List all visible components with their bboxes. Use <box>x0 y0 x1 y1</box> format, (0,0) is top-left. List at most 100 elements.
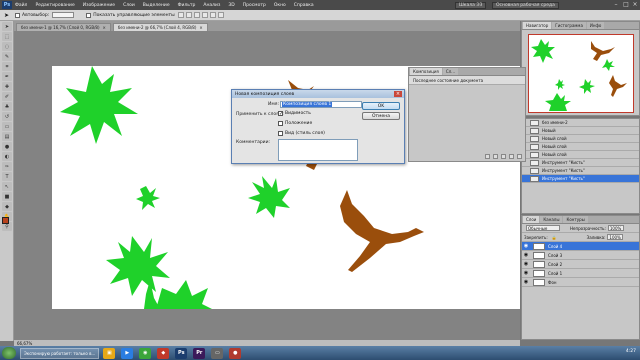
move-tool-icon[interactable]: ➤ <box>4 12 9 19</box>
minimize-icon[interactable]: – <box>612 1 620 9</box>
premiere-icon[interactable]: Pr <box>193 347 206 359</box>
eye-icon[interactable]: ◉ <box>522 243 530 249</box>
tab-layers[interactable]: Слои <box>523 216 540 223</box>
history-row-selected[interactable]: Инструмент "Кисть" <box>522 175 639 183</box>
eye-icon[interactable]: ◉ <box>522 252 530 258</box>
apply-next-icon[interactable] <box>493 154 498 159</box>
workspace-button[interactable]: Основная рабочая среда <box>492 2 559 9</box>
autoselect-dropdown[interactable] <box>52 12 75 18</box>
layer-row[interactable]: ◉ Слой 1 <box>522 269 639 278</box>
menu-window[interactable]: Окно <box>274 3 286 8</box>
history-row[interactable]: Инструмент "Кисть" <box>522 167 639 175</box>
tab-layer-comps[interactable]: Композиция <box>410 68 442 75</box>
dodge-tool-icon[interactable]: ◐ <box>2 152 12 161</box>
start-button[interactable] <box>2 347 16 359</box>
layer-row[interactable]: ◉ Фон <box>522 278 639 287</box>
distribute-icon[interactable] <box>217 12 224 18</box>
lock-icon[interactable]: 🔒 <box>552 235 557 240</box>
eyedropper-tool-icon[interactable]: ✒ <box>2 72 12 81</box>
blur-tool-icon[interactable]: ● <box>2 142 12 151</box>
layer-row[interactable]: ◉ Слой 2 <box>522 260 639 269</box>
visibility-checkbox[interactable]: ✓ Видимость <box>278 111 311 117</box>
pen-tool-icon[interactable]: ✑ <box>2 162 12 171</box>
quick-select-tool-icon[interactable]: ✎ <box>2 52 12 61</box>
eye-icon[interactable]: ◉ <box>522 261 530 267</box>
tab-channels[interactable]: Каналы <box>540 216 563 223</box>
app-icon[interactable]: ◆ <box>157 347 170 359</box>
navigator-thumbnail[interactable] <box>528 34 634 113</box>
history-row[interactable]: Новый слой <box>522 143 639 151</box>
explorer-icon[interactable]: ▣ <box>103 347 116 359</box>
foreground-color-swatch[interactable] <box>2 217 9 224</box>
move-tool-icon[interactable]: ➤ <box>2 22 12 31</box>
update-comp-icon[interactable] <box>501 154 506 159</box>
menu-help[interactable]: Справка <box>294 3 314 8</box>
menu-analysis[interactable]: Анализ <box>203 3 220 8</box>
menu-select[interactable]: Выделение <box>143 3 170 8</box>
history-row[interactable]: Новый <box>522 127 639 135</box>
stamp-tool-icon[interactable]: ♣ <box>2 102 12 111</box>
path-select-icon[interactable]: ↖ <box>2 182 12 191</box>
close-icon[interactable]: × <box>394 91 402 97</box>
media-player-icon[interactable]: ▶ <box>121 347 134 359</box>
blend-mode-select[interactable]: Обычные <box>526 225 560 231</box>
close-icon[interactable]: × <box>631 1 639 9</box>
type-tool-icon[interactable]: T <box>2 172 12 181</box>
style-checkbox[interactable]: Вид (стиль слоя) <box>278 131 325 136</box>
crop-tool-icon[interactable]: ⌗ <box>2 62 12 71</box>
history-row[interactable]: без имени-2 <box>522 119 639 127</box>
menu-edit[interactable]: Редактирование <box>35 3 74 8</box>
position-checkbox[interactable]: Положение <box>278 121 312 126</box>
zoom-readout[interactable]: 66,67% <box>17 341 32 346</box>
maximize-icon[interactable]: □ <box>622 1 630 9</box>
distribute-icon[interactable] <box>209 12 216 18</box>
align-icon[interactable] <box>193 12 200 18</box>
comment-field[interactable] <box>278 139 358 161</box>
healing-tool-icon[interactable]: ✚ <box>2 82 12 91</box>
menu-file[interactable]: Файл <box>15 3 27 8</box>
extra-button[interactable]: Шкала ЭЗ <box>455 2 487 9</box>
menu-image[interactable]: Изображение <box>83 3 115 8</box>
doc-tab[interactable]: без имени-2 @ 66,7% (Слой 4, RGB/8) × <box>112 23 208 31</box>
menu-3d[interactable]: 3D <box>228 3 234 8</box>
chrome-icon[interactable]: ◉ <box>139 347 152 359</box>
gradient-tool-icon[interactable]: ▤ <box>2 132 12 141</box>
fill-input[interactable]: 100% <box>607 234 624 240</box>
tab-info[interactable]: Инфо <box>586 22 605 29</box>
tab-second[interactable]: Сл... <box>442 68 458 75</box>
close-tab-icon[interactable]: × <box>103 25 106 30</box>
brush-tool-icon[interactable]: ✐ <box>2 92 12 101</box>
history-row[interactable]: Новый слой <box>522 135 639 143</box>
apply-prev-icon[interactable] <box>485 154 490 159</box>
tab-navigator[interactable]: Навигатор <box>523 22 552 29</box>
window-icon[interactable]: ▭ <box>211 347 224 359</box>
ok-button[interactable]: OK <box>362 102 400 110</box>
menu-layers[interactable]: Слои <box>123 3 135 8</box>
record-icon[interactable]: ● <box>229 347 242 359</box>
tab-paths[interactable]: Контуры <box>563 216 588 223</box>
history-row[interactable]: Инструмент "Кисть" <box>522 159 639 167</box>
eye-icon[interactable]: ◉ <box>522 279 530 285</box>
history-brush-icon[interactable]: ↺ <box>2 112 12 121</box>
lasso-tool-icon[interactable]: ◌ <box>2 42 12 51</box>
history-row[interactable]: Новый слой <box>522 151 639 159</box>
layer-row-selected[interactable]: ◉ Слой 4 <box>522 242 639 251</box>
3d-tool-icon[interactable]: ◆ <box>2 202 12 211</box>
opacity-input[interactable]: 100% <box>607 225 624 231</box>
align-icon[interactable] <box>185 12 192 18</box>
name-field[interactable]: Композиция слоев 1 <box>280 101 362 108</box>
align-icon[interactable] <box>201 12 208 18</box>
close-tab-icon[interactable]: × <box>199 25 202 30</box>
menu-view[interactable]: Просмотр <box>243 3 266 8</box>
layer-comp-row[interactable]: Последнее состояние документа <box>409 76 525 85</box>
doc-tab[interactable]: без имени-1 @ 16,7% (Слой 0, RGB/8) × <box>16 23 111 31</box>
autoselect-checkbox[interactable] <box>15 12 21 18</box>
new-comp-icon[interactable] <box>509 154 514 159</box>
eye-icon[interactable]: ◉ <box>522 270 530 276</box>
layer-row[interactable]: ◉ Слой 3 <box>522 251 639 260</box>
eraser-tool-icon[interactable]: ▭ <box>2 122 12 131</box>
show-controls-checkbox[interactable] <box>86 12 92 18</box>
cancel-button[interactable]: Отмена <box>362 112 400 120</box>
photoshop-icon[interactable]: Ps <box>175 347 188 359</box>
delete-comp-icon[interactable] <box>517 154 522 159</box>
